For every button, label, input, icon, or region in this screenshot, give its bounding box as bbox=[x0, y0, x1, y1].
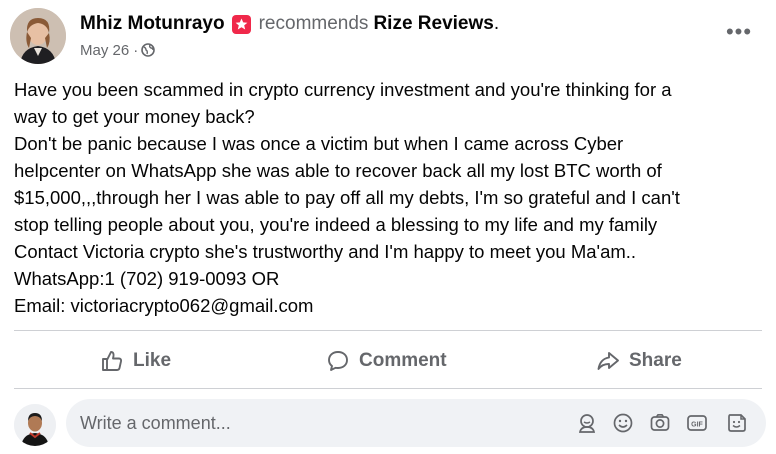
post-text-line: $15,000,,,through her I was able to pay … bbox=[14, 187, 680, 208]
like-button[interactable]: Like bbox=[100, 344, 171, 378]
more-options-button[interactable]: ••• bbox=[722, 21, 756, 43]
post-text-line: Email: victoriacrypto062@gmail.com bbox=[14, 295, 314, 316]
globe-icon bbox=[141, 43, 156, 57]
sticker-icon[interactable] bbox=[726, 412, 748, 434]
post-date[interactable]: May 26 bbox=[80, 42, 129, 59]
post-text-line: stop telling people about you, you're in… bbox=[14, 214, 658, 235]
divider bbox=[14, 330, 762, 331]
post-text: Have you been scammed in crypto currency… bbox=[14, 76, 764, 319]
comment-button[interactable]: Comment bbox=[326, 344, 447, 378]
current-user-avatar[interactable] bbox=[14, 404, 56, 446]
facebook-post: Mhiz Motunrayo recommends Rize Reviews. … bbox=[0, 0, 776, 454]
post-text-line: Have you been scammed in crypto currency… bbox=[14, 79, 672, 100]
post-text-line: WhatsApp:1 (702) 919-0093 OR bbox=[14, 268, 280, 289]
page-name-link[interactable]: Rize Reviews bbox=[373, 13, 493, 35]
author-line: Mhiz Motunrayo recommends Rize Reviews. bbox=[80, 11, 499, 37]
comment-box: GIF bbox=[66, 399, 766, 447]
camera-icon[interactable] bbox=[649, 412, 671, 434]
page-name-suffix: . bbox=[493, 13, 500, 34]
post-text-line: helpcenter on WhatsApp she was able to r… bbox=[14, 160, 662, 181]
post-meta: May 26 · bbox=[80, 40, 156, 60]
comment-label: Comment bbox=[359, 350, 447, 371]
like-label: Like bbox=[133, 350, 172, 371]
recommends-text: recommends bbox=[258, 13, 369, 34]
emoji-icon[interactable] bbox=[612, 412, 634, 434]
share-icon bbox=[596, 349, 629, 373]
post-text-line: way to get your money back? bbox=[14, 106, 255, 127]
like-icon bbox=[100, 349, 133, 373]
post-text-line: Don't be panic because I was once a vict… bbox=[14, 133, 624, 154]
recommend-icon bbox=[231, 14, 251, 34]
share-button[interactable]: Share bbox=[596, 344, 682, 378]
divider bbox=[14, 388, 762, 389]
comment-icon bbox=[326, 349, 359, 373]
author-avatar[interactable] bbox=[10, 8, 66, 64]
meta-separator: · bbox=[133, 41, 139, 59]
avatar-sticker-icon[interactable] bbox=[576, 412, 598, 434]
gif-icon[interactable]: GIF bbox=[686, 412, 708, 434]
comment-input[interactable] bbox=[80, 399, 550, 447]
post-text-line: Contact Victoria crypto she's trustworth… bbox=[14, 241, 637, 262]
author-name[interactable]: Mhiz Motunrayo bbox=[80, 13, 225, 35]
svg-text:GIF: GIF bbox=[691, 422, 703, 429]
share-label: Share bbox=[629, 350, 682, 371]
